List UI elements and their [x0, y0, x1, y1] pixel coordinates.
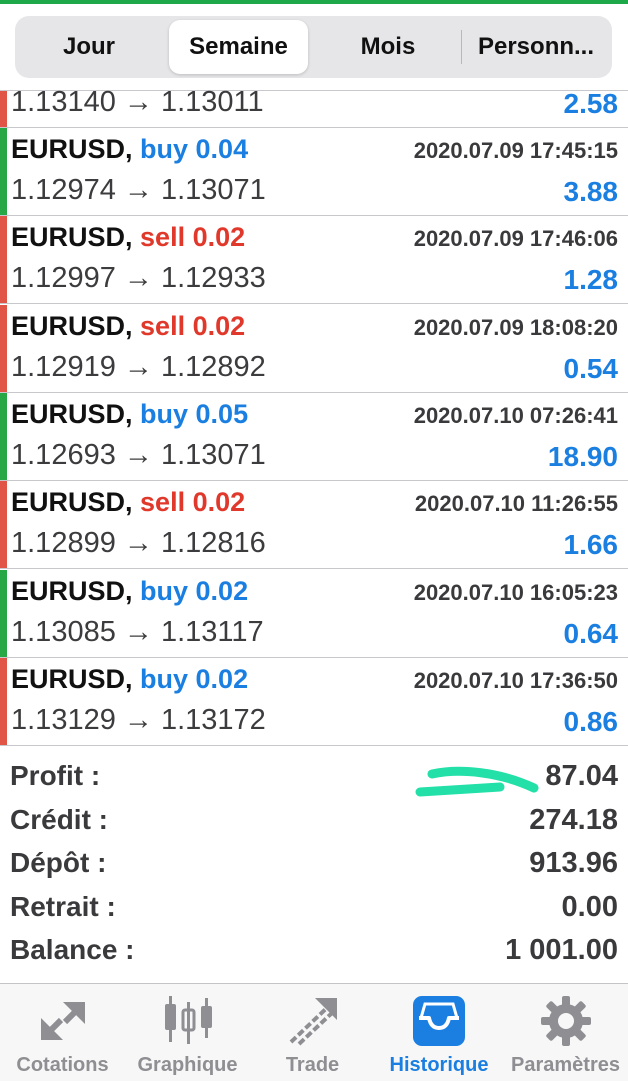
quotes-arrows-icon [40, 1002, 85, 1040]
deal-title: EURUSD, sell 0.02 [11, 222, 245, 253]
deal-volume: buy 0.05 [140, 398, 249, 429]
deal-row[interactable]: EURUSD, sell 0.02 2020.07.09 18:08:20 1.12… [0, 304, 628, 393]
tab-label: Cotations [16, 1054, 109, 1076]
deal-profit: 18.90 [547, 440, 618, 472]
side-indicator [0, 392, 7, 481]
deal-symbol: EURUSD, [11, 487, 133, 518]
tab-parametres[interactable]: Paramètres [503, 984, 628, 1081]
summary-label: Crédit : [10, 803, 108, 835]
tab-label: Paramètres [511, 1054, 620, 1076]
deal-profit: 2.58 [563, 88, 619, 119]
tab-cotations[interactable]: Cotations [0, 984, 125, 1081]
summary-row: Dépôt : 913.96 [0, 847, 628, 890]
deal-volume: buy 0.04 [140, 134, 249, 164]
deal-time: 2020.07.10 17:36:50 [413, 667, 618, 693]
deal-time: 2020.07.09 17:46:06 [413, 226, 618, 252]
summary-label: Retrait : [10, 890, 116, 922]
top-accent-line [0, 0, 628, 4]
deal-profit: 1.66 [563, 529, 619, 561]
history-inbox-icon [413, 996, 465, 1046]
deal-profit: 1.28 [563, 264, 619, 296]
side-indicator [0, 216, 7, 305]
deal-prices: 1.13140 → 1.13011 [11, 86, 264, 118]
deal-title: EURUSD, buy 0.05 [11, 399, 248, 430]
deal-time: 2020.07.10 16:05:23 [413, 579, 618, 605]
deal-row[interactable]: EURUSD, buy 0.02 2020.07.10 17:36:50 1.131… [0, 657, 628, 746]
summary-label: Dépôt : [10, 847, 107, 878]
deal-row[interactable]: EURUSD, buy 0.05 2020.07.10 07:26:41 1.126… [0, 392, 628, 481]
deal-volume: buy 0.02 [140, 663, 249, 694]
row-divider [0, 744, 628, 746]
deal-volume: sell 0.02 [140, 487, 246, 518]
deal-prices: 1.12974 → 1.13071 [11, 174, 266, 206]
tab-label: Graphique [137, 1054, 238, 1076]
deal-symbol: EURUSD, [11, 134, 133, 164]
deal-symbol: EURUSD, [11, 575, 133, 606]
side-indicator [0, 481, 7, 570]
summary-value: 1 001.00 [505, 934, 618, 966]
bottom-tab-bar: Cotations Graphique Trade Historique Par… [0, 983, 628, 1081]
deal-time: 2020.07.10 11:26:55 [414, 491, 618, 517]
candlestick-chart-icon [164, 996, 212, 1044]
deal-profit: 3.88 [563, 176, 619, 207]
tab-trade[interactable]: Trade [250, 984, 375, 1081]
deal-row[interactable]: EURUSD, sell 0.02 2020.07.10 11:26:55 1.12… [0, 481, 628, 570]
deal-title: EURUSD, buy 0.02 [11, 576, 248, 607]
deal-title: EURUSD, buy 0.02 [11, 664, 248, 695]
summary-row: Balance : 1 001.00 [0, 934, 628, 977]
deal-row[interactable]: EURUSD, sell 0.02 2020.07.09 17:46:06 1.12… [0, 216, 628, 305]
summary-label: Profit : [10, 760, 101, 791]
tab-label: Trade [285, 1054, 340, 1076]
deal-title: EURUSD, buy 0.04 [11, 134, 248, 165]
deal-volume: sell 0.02 [140, 310, 246, 341]
deal-row-partial[interactable]: 1.13140 → 1.13011 2.58 [0, 40, 628, 128]
deal-prices: 1.12693 → 1.13071 [11, 438, 266, 471]
deal-symbol: EURUSD, [11, 398, 133, 429]
tab-label: Historique [389, 1054, 489, 1076]
deal-prices: 1.13129 → 1.13172 [11, 703, 266, 736]
summary-value: 87.04 [545, 760, 618, 792]
deal-row[interactable]: EURUSD, buy 0.02 2020.07.10 16:05:23 1.130… [0, 569, 628, 658]
summary-value: 913.96 [529, 847, 618, 879]
deal-symbol: EURUSD, [11, 222, 133, 253]
deal-time: 2020.07.10 07:26:41 [413, 402, 618, 428]
deal-time: 2020.07.09 18:08:20 [413, 314, 618, 340]
tab-graphique[interactable]: Graphique [125, 984, 250, 1081]
deal-prices: 1.12997 → 1.12933 [11, 262, 266, 295]
trade-trend-icon [289, 998, 337, 1046]
deal-row[interactable]: EURUSD, buy 0.04 2020.07.09 17:45:15 1.129… [0, 128, 628, 216]
deal-profit: 0.64 [563, 617, 619, 649]
summary-value: 0.00 [561, 890, 618, 923]
deal-title: EURUSD, sell 0.02 [11, 311, 245, 342]
deal-prices: 1.12899 → 1.12816 [11, 527, 266, 560]
deal-symbol: EURUSD, [11, 310, 133, 341]
summary-label: Balance : [10, 934, 135, 965]
side-indicator [0, 128, 7, 216]
tab-historique[interactable]: Historique [375, 984, 503, 1081]
side-indicator [0, 304, 7, 393]
deal-prices: 1.13085 → 1.13117 [11, 615, 264, 648]
highlighter-mark [415, 766, 539, 797]
summary-row: Crédit : 274.18 [0, 804, 628, 847]
deal-title: EURUSD, sell 0.02 [11, 487, 245, 518]
summary-row: Retrait : 0.00 [0, 891, 628, 934]
deal-volume: buy 0.02 [140, 575, 249, 606]
side-indicator [0, 91, 7, 128]
settings-gear-icon [540, 996, 591, 1046]
deal-profit: 0.54 [563, 352, 619, 384]
deal-prices: 1.12919 → 1.12892 [11, 350, 266, 383]
deal-time: 2020.07.09 17:45:15 [413, 138, 618, 163]
side-indicator [0, 569, 7, 658]
deal-volume: sell 0.02 [140, 222, 246, 253]
side-indicator [0, 657, 7, 746]
summary-value: 274.18 [529, 803, 618, 836]
deal-symbol: EURUSD, [11, 663, 133, 694]
deal-profit: 0.86 [563, 705, 619, 737]
